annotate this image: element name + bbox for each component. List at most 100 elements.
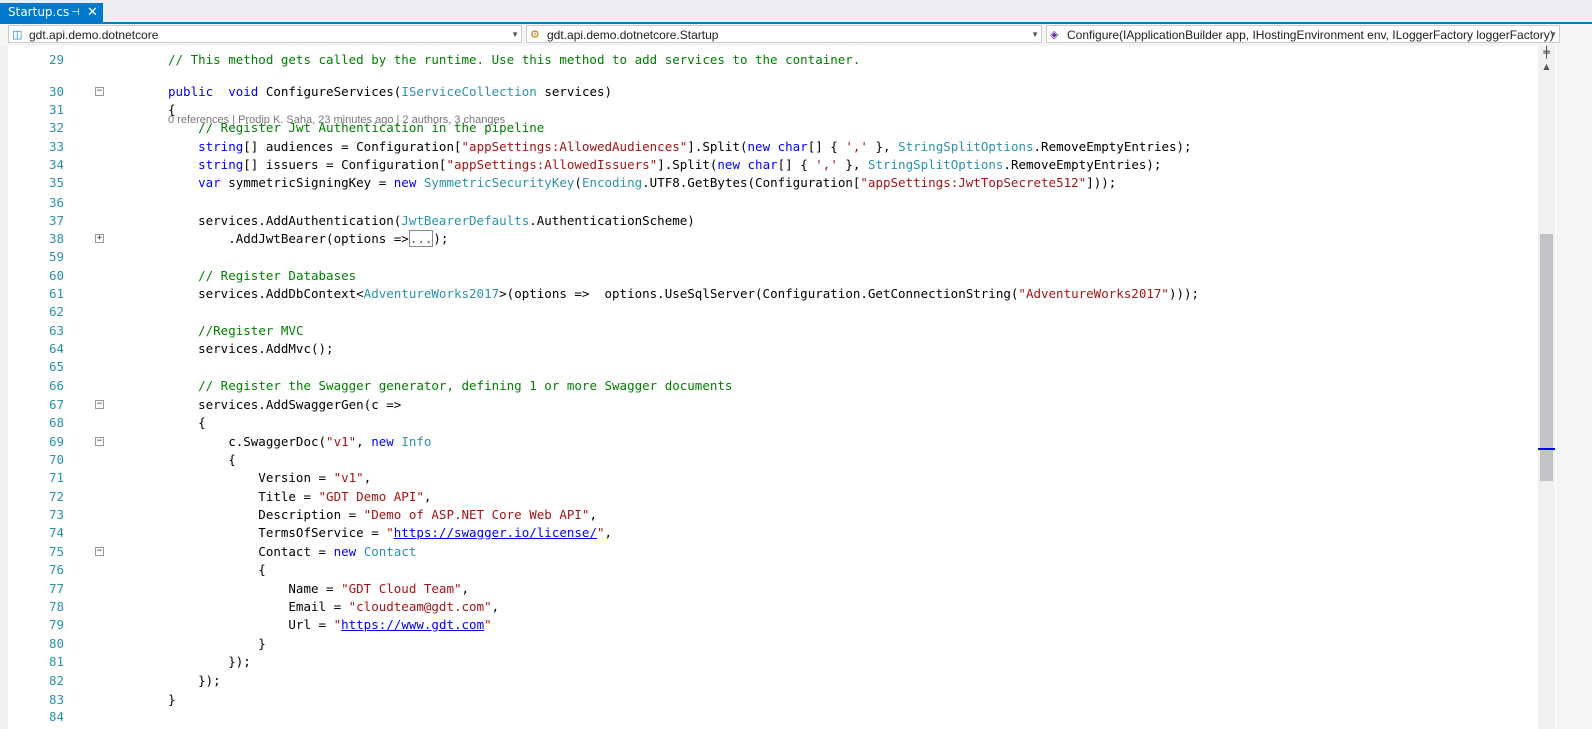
code-token: ConfigureServices( [258, 84, 402, 99]
code-line[interactable]: 61 services.AddDbContext<AdventureWorks2… [0, 285, 1556, 303]
code-line[interactable]: 29 // This method gets called by the runt… [0, 51, 1556, 69]
line-number: 76 [48, 562, 64, 577]
scroll-up-icon[interactable]: ▲ [1538, 62, 1555, 76]
member-dropdown[interactable]: ◈ Configure(IApplicationBuilder app, IHo… [1046, 25, 1560, 43]
close-icon[interactable]: ✕ [87, 3, 98, 22]
code-line[interactable]: 35 var symmetricSigningKey = new Symmetr… [0, 174, 1556, 192]
code-text: { [168, 414, 206, 432]
collapse-icon[interactable]: − [95, 547, 104, 556]
project-dropdown[interactable]: ◫ gdt.api.demo.dotnetcore ▼ [8, 25, 522, 43]
code-line[interactable]: 65 [0, 358, 1556, 376]
code-line[interactable]: 70 { [0, 451, 1556, 469]
code-line[interactable]: 71 Version = "v1", [0, 469, 1556, 487]
collapse-icon[interactable]: − [95, 87, 104, 96]
code-line[interactable]: 76 { [0, 561, 1556, 579]
code-token: services.AddAuthentication( [168, 213, 402, 228]
line-number: 30 [48, 84, 64, 99]
code-token: new [747, 139, 771, 154]
code-line[interactable]: 83} [0, 691, 1556, 709]
code-line[interactable]: 67 − services.AddSwaggerGen(c => [0, 396, 1556, 414]
line-number: 78 [48, 599, 64, 614]
collapsed-region-button[interactable]: ... [408, 230, 434, 247]
code-line[interactable]: 62 [0, 303, 1556, 321]
method-icon: ◈ [1050, 29, 1059, 41]
chevron-down-icon: ▼ [511, 30, 519, 39]
code-token: Encoding [581, 175, 643, 190]
code-text: // Register the Swagger generator, defin… [168, 377, 732, 395]
code-link[interactable]: https://swagger.io/license/ [394, 525, 597, 540]
code-line[interactable]: 77 Name = "GDT Cloud Team", [0, 580, 1556, 598]
code-text: string[] audiences = Configuration["appS… [168, 138, 1191, 156]
code-line[interactable]: 72 Title = "GDT Demo API", [0, 488, 1556, 506]
code-line[interactable]: 68 { [0, 414, 1556, 432]
code-text: Email = "cloudteam@gdt.com", [168, 598, 499, 616]
line-number: 81 [48, 654, 64, 669]
code-line[interactable]: 84 [0, 708, 1556, 726]
line-number: 70 [48, 452, 64, 467]
code-line[interactable]: 37 services.AddAuthentication(JwtBearerD… [0, 212, 1556, 230]
split-window-icon[interactable]: ╪ [1538, 46, 1555, 60]
code-token: new [717, 157, 740, 172]
code-line[interactable]: 80 } [0, 635, 1556, 653]
code-text: services.AddAuthentication(JwtBearerDefa… [168, 212, 695, 230]
code-line[interactable]: 31 { [0, 101, 1556, 119]
pin-icon[interactable]: ⊣ [71, 3, 80, 22]
line-number: 72 [48, 489, 64, 504]
expand-icon[interactable]: + [95, 234, 104, 243]
code-line[interactable]: 64 services.AddMvc(); [0, 340, 1556, 358]
code-token: c.SwaggerDoc( [168, 434, 327, 449]
code-text: { [168, 561, 266, 579]
code-line[interactable]: 38 + .AddJwtBearer(options =>...); [0, 230, 1556, 248]
code-line[interactable]: 36 [0, 194, 1556, 212]
code-link[interactable]: https://www.gdt.com [341, 617, 484, 632]
code-line[interactable]: 69 − c.SwaggerDoc("v1", new Info [0, 433, 1556, 451]
code-text: Contact = new Contact [168, 543, 416, 561]
line-number: 32 [48, 120, 64, 135]
code-token: AdventureWorks2017 [363, 286, 500, 301]
code-editor[interactable]: 0 references | Prodip K. Saha, 23 minute… [0, 46, 1556, 729]
code-line[interactable]: 81 }); [0, 653, 1556, 671]
code-token: , [604, 525, 613, 540]
code-token: Description = [168, 507, 364, 522]
collapse-icon[interactable]: − [95, 400, 104, 409]
collapse-icon[interactable]: − [95, 437, 104, 446]
vertical-scrollbar[interactable]: ╪ ▲ [1538, 46, 1555, 729]
code-line[interactable]: 34 string[] issuers = Configuration["app… [0, 156, 1556, 174]
code-token: ',' [845, 139, 868, 154]
code-line[interactable]: 66 // Register the Swagger generator, de… [0, 377, 1556, 395]
code-token: void [228, 84, 259, 99]
code-token: { [168, 452, 236, 467]
tab-startup-cs[interactable]: Startup.cs ⊣ ✕ [0, 3, 103, 22]
editor-right-edge [1556, 46, 1592, 729]
code-text: // This method gets called by the runtim… [168, 51, 860, 69]
code-line[interactable]: 78 Email = "cloudteam@gdt.com", [0, 598, 1556, 616]
code-line[interactable]: 75 − Contact = new Contact [0, 543, 1556, 561]
code-token: } [168, 692, 176, 707]
code-token: // Register Databases [198, 268, 357, 283]
code-line[interactable]: 33 string[] audiences = Configuration["a… [0, 138, 1556, 156]
code-line[interactable]: 73 Description = "Demo of ASP.NET Core W… [0, 506, 1556, 524]
line-number: 74 [48, 525, 64, 540]
line-number: 79 [48, 617, 64, 632]
code-line[interactable]: 60 // Register Databases [0, 267, 1556, 285]
scrollbar-thumb[interactable] [1540, 234, 1553, 481]
code-line[interactable]: 32 // Register Jwt Authentication in the… [0, 119, 1556, 137]
code-line[interactable]: 79 Url = "https://www.gdt.com" [0, 616, 1556, 634]
code-line[interactable]: 59 [0, 248, 1556, 266]
type-dropdown[interactable]: ⚙ gdt.api.demo.dotnetcore.Startup ▼ [526, 25, 1042, 43]
code-line[interactable]: 82 }); [0, 672, 1556, 690]
code-text: Version = "v1", [168, 469, 371, 487]
code-line[interactable]: 74 TermsOfService = "https://swagger.io/… [0, 524, 1556, 542]
code-line[interactable]: 30 − public void ConfigureServices(IServic… [0, 83, 1556, 101]
code-text: }); [168, 653, 251, 671]
code-line[interactable]: 63 //Register MVC [0, 322, 1556, 340]
line-number: 34 [48, 157, 64, 172]
line-number: 67 [48, 397, 64, 412]
code-token: .AuthenticationScheme) [529, 213, 695, 228]
